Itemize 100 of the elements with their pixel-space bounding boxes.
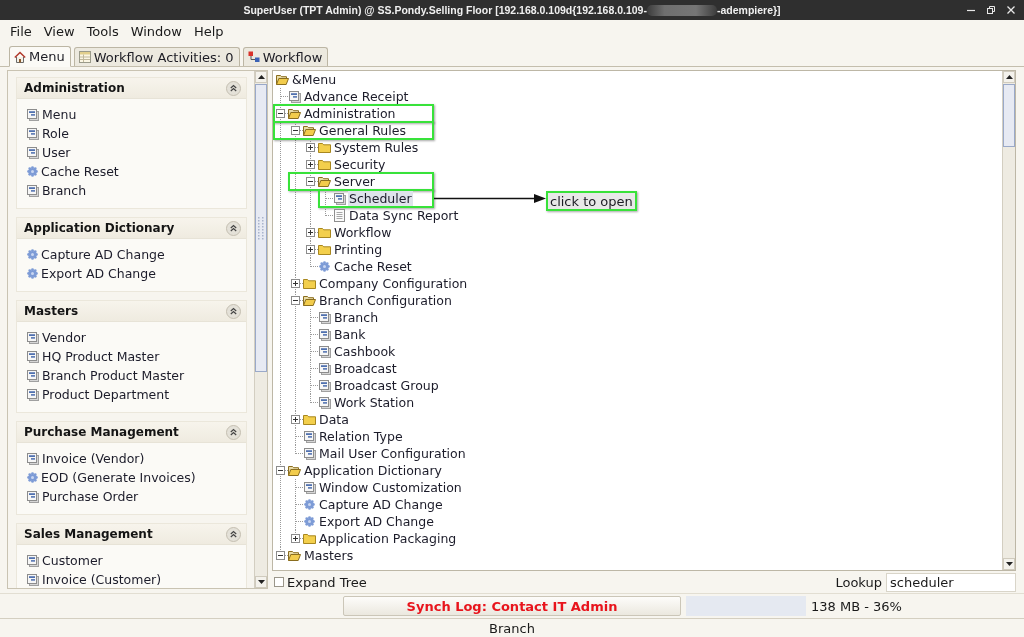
collapse-box-icon[interactable]	[306, 177, 315, 186]
tree-item[interactable]: Application Packaging	[318, 530, 458, 547]
collapse-box-icon[interactable]	[276, 466, 285, 475]
tree-item[interactable]: Administration	[303, 105, 397, 122]
tree-item[interactable]: Cache Reset	[333, 258, 413, 275]
window-icon	[27, 127, 39, 140]
caret-down-icon	[257, 580, 265, 584]
menu-entry[interactable]: EOD (Generate Invoices)	[27, 468, 196, 487]
menubar-entry[interactable]: View	[37, 23, 81, 41]
tree-item[interactable]: System Rules	[333, 139, 420, 156]
group-title: Application Dictionary	[24, 221, 175, 235]
tree-item[interactable]: Masters	[303, 547, 355, 564]
lookup-field[interactable]: scheduler	[886, 572, 1016, 592]
tree-item[interactable]: Application Dictionary	[303, 462, 443, 479]
expand-box-icon[interactable]	[306, 228, 315, 237]
collapse-box-icon[interactable]	[276, 109, 285, 118]
expand-box-icon[interactable]	[306, 245, 315, 254]
tree-item[interactable]: Company Configuration	[318, 275, 469, 292]
menu-entry[interactable]: Customer	[27, 551, 103, 570]
tab[interactable]: Menu	[9, 46, 71, 67]
folder-icon	[303, 533, 316, 544]
menu-entry[interactable]: Menu	[27, 105, 77, 124]
menu-entry[interactable]: Invoice (Customer)	[27, 570, 162, 588]
tree-item[interactable]: Branch	[333, 309, 380, 326]
menu-entry[interactable]: Product Department	[27, 385, 170, 404]
scroll-up-button[interactable]	[255, 71, 267, 83]
window-icon	[27, 388, 39, 401]
tree-item[interactable]: Bank	[333, 326, 367, 343]
close-icon[interactable]	[1007, 6, 1015, 14]
menubar-entry[interactable]: Help	[187, 23, 230, 41]
window-icon	[27, 108, 39, 121]
tab[interactable]: Workflow Activities: 0	[73, 47, 240, 66]
tree-item[interactable]: Export AD Change	[318, 513, 435, 530]
tree-item[interactable]: General Rules	[318, 122, 407, 139]
scroll-up-button[interactable]	[1003, 71, 1015, 83]
scrollbar[interactable]	[1002, 71, 1015, 570]
menu-entry[interactable]: Purchase Order	[27, 487, 139, 506]
menubar-entry[interactable]: Window	[124, 23, 188, 41]
tree-item[interactable]: Advance Receipt	[303, 88, 410, 105]
menu-entry[interactable]: Capture AD Change	[27, 245, 165, 264]
tree-item[interactable]: Mail User Configuration	[318, 445, 467, 462]
group-title: Purchase Management	[24, 425, 179, 439]
tree-item[interactable]: Data Sync Report	[348, 207, 460, 224]
folder-icon	[303, 278, 316, 289]
tree-item[interactable]: Relation Type	[318, 428, 404, 445]
tree-item[interactable]: Workflow	[333, 224, 393, 241]
collapse-chevron-icon[interactable]	[226, 220, 241, 236]
folder-icon	[318, 142, 331, 153]
menu-entry[interactable]: Branch Product Master	[27, 366, 185, 385]
window-title: SuperUser (TPT Admin) @ SS.Pondy.Selling Floor [192.168.0.109d{192.168.0.109-	[243, 4, 647, 16]
scrollbar-thumb[interactable]	[1003, 84, 1015, 147]
menu-entry[interactable]: Export AD Change	[27, 264, 156, 283]
collapse-chevron-icon[interactable]	[226, 303, 241, 319]
expand-box-icon[interactable]	[291, 415, 300, 424]
menu-entry[interactable]: Role	[27, 124, 69, 143]
tree-item[interactable]: Broadcast Group	[333, 377, 440, 394]
collapse-box-icon[interactable]	[291, 296, 300, 305]
scroll-down-button[interactable]	[255, 576, 267, 588]
menubar-entry[interactable]: File	[4, 23, 38, 41]
window-icon	[318, 328, 331, 341]
expand-box-icon[interactable]	[291, 534, 300, 543]
menu-entry[interactable]: Invoice (Vendor)	[27, 449, 145, 468]
window-icon	[27, 350, 39, 363]
restore-icon[interactable]	[987, 6, 995, 14]
checkbox[interactable]	[274, 577, 284, 587]
tree-item[interactable]: Printing	[333, 241, 384, 258]
tree-item[interactable]: Capture AD Change	[318, 496, 444, 513]
expand-box-icon[interactable]	[306, 160, 315, 169]
menu-entry[interactable]: Branch	[27, 181, 87, 200]
sync-log-button[interactable]: Synch Log: Contact IT Admin	[343, 596, 681, 616]
tree-item[interactable]: Cashbook	[333, 343, 397, 360]
collapse-chevron-icon[interactable]	[226, 80, 241, 96]
collapse-chevron-icon[interactable]	[226, 424, 241, 440]
scroll-down-button[interactable]	[1003, 558, 1015, 570]
tree-item[interactable]: Data	[318, 411, 350, 428]
window-icon	[27, 490, 39, 503]
tree-item[interactable]: Work Station	[333, 394, 416, 411]
menu-entry[interactable]: HQ Product Master	[27, 347, 160, 366]
menu-entry[interactable]: Cache Reset	[27, 162, 119, 181]
folder-icon	[318, 159, 331, 170]
menubar-entry[interactable]: Tools	[80, 23, 125, 41]
tree-item[interactable]: Security	[333, 156, 387, 173]
window-icon	[333, 192, 346, 205]
collapse-box-icon[interactable]	[276, 551, 285, 560]
expand-box-icon[interactable]	[306, 143, 315, 152]
lookup-label: Lookup	[835, 574, 882, 590]
tab[interactable]: Workflow	[242, 47, 329, 66]
menu-entry[interactable]: User	[27, 143, 71, 162]
scrollbar[interactable]	[254, 71, 267, 588]
tree-item[interactable]: Broadcast	[333, 360, 398, 377]
menu-entry[interactable]: Vendor	[27, 328, 86, 347]
group-title: Sales Management	[24, 527, 153, 541]
collapse-chevron-icon[interactable]	[226, 526, 241, 542]
tree-item[interactable]: Branch Configuration	[318, 292, 453, 309]
expand-box-icon[interactable]	[291, 279, 300, 288]
collapse-box-icon[interactable]	[291, 126, 300, 135]
tree-item[interactable]: Window Customization	[318, 479, 463, 496]
tree-item[interactable]: Server	[333, 173, 376, 190]
scrollbar-thumb[interactable]	[255, 84, 267, 372]
tree-item[interactable]: &Menu	[291, 71, 338, 88]
